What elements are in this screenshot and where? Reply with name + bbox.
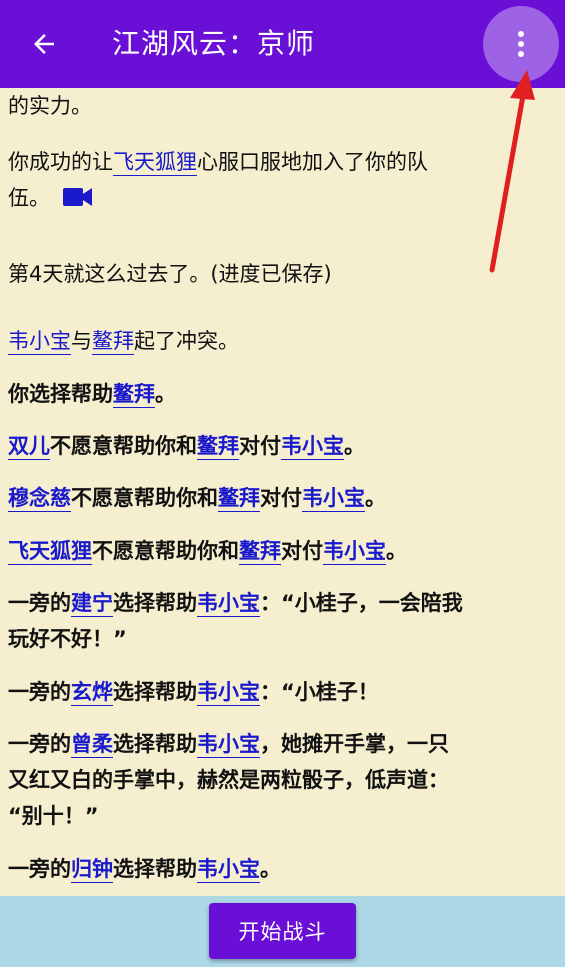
character-link[interactable]: 鳌拜 [113,382,155,408]
story-line: 玩好不好！” [8,627,127,651]
story-line: 韦小宝与鳌拜起了冲突。 [8,329,239,355]
character-link[interactable]: 鳌拜 [218,486,260,512]
character-link[interactable]: 归钟 [71,857,113,883]
story-line: 你成功的让飞天狐狸心服口服地加入了你的队 [8,150,428,176]
story-line: 一旁的归钟选择帮助韦小宝。 [8,857,281,883]
story-line: 你选择帮助鳌拜。 [8,382,176,408]
story-log: 的实力。 你成功的让飞天狐狸心服口服地加入了你的队 伍。 第4天就这么过去了。(… [0,88,565,896]
character-link[interactable]: 韦小宝 [197,857,260,883]
video-camera-icon[interactable] [62,187,93,207]
story-line: 穆念慈不愿意帮助你和鳌拜对付韦小宝。 [8,486,386,512]
character-link[interactable]: 飞天狐狸 [113,150,197,176]
story-line: 的实力。 [8,94,92,118]
story-line: 飞天狐狸不愿意帮助你和鳌拜对付韦小宝。 [8,539,407,565]
more-vert-icon [518,31,524,57]
character-link[interactable]: 玄烨 [71,680,113,706]
character-link[interactable]: 韦小宝 [8,329,71,355]
overflow-menu-button[interactable] [483,6,559,82]
character-link[interactable]: 穆念慈 [8,486,71,512]
character-link[interactable]: 建宁 [71,591,113,617]
character-link[interactable]: 鳌拜 [197,434,239,460]
app-bar: 江湖风云：京师 [0,0,565,88]
character-link[interactable]: 韦小宝 [323,539,386,565]
character-link[interactable]: 飞天狐狸 [8,539,92,565]
story-line: “别十！” [8,804,99,828]
back-button[interactable] [22,24,66,64]
page-title: 江湖风云：京师 [112,27,316,60]
story-line: 一旁的建宁选择帮助韦小宝：“小桂子，一会陪我 [8,591,463,617]
story-line: 又红又白的手掌中，赫然是两粒骰子，低声道： [8,768,449,792]
story-line: 一旁的玄烨选择帮助韦小宝：“小桂子！ [8,680,379,706]
start-battle-button[interactable]: 开始战斗 [209,903,356,959]
character-link[interactable]: 韦小宝 [197,680,260,706]
story-line: 伍。 [8,182,93,212]
story-line: 双儿不愿意帮助你和鳌拜对付韦小宝。 [8,434,365,460]
character-link[interactable]: 韦小宝 [197,732,260,758]
character-link[interactable]: 曾柔 [71,732,113,758]
arrow-left-icon [34,34,54,54]
character-link[interactable]: 鳌拜 [239,539,281,565]
bottom-bar: 开始战斗 [0,896,565,967]
character-link[interactable]: 双儿 [8,434,50,460]
story-line: 一旁的曾柔选择帮助韦小宝，她摊开手掌，一只 [8,732,449,758]
character-link[interactable]: 韦小宝 [302,486,365,512]
story-line: 第4天就这么过去了。(进度已保存) [8,262,332,286]
character-link[interactable]: 鳌拜 [92,329,134,355]
character-link[interactable]: 韦小宝 [197,591,260,617]
character-link[interactable]: 韦小宝 [281,434,344,460]
